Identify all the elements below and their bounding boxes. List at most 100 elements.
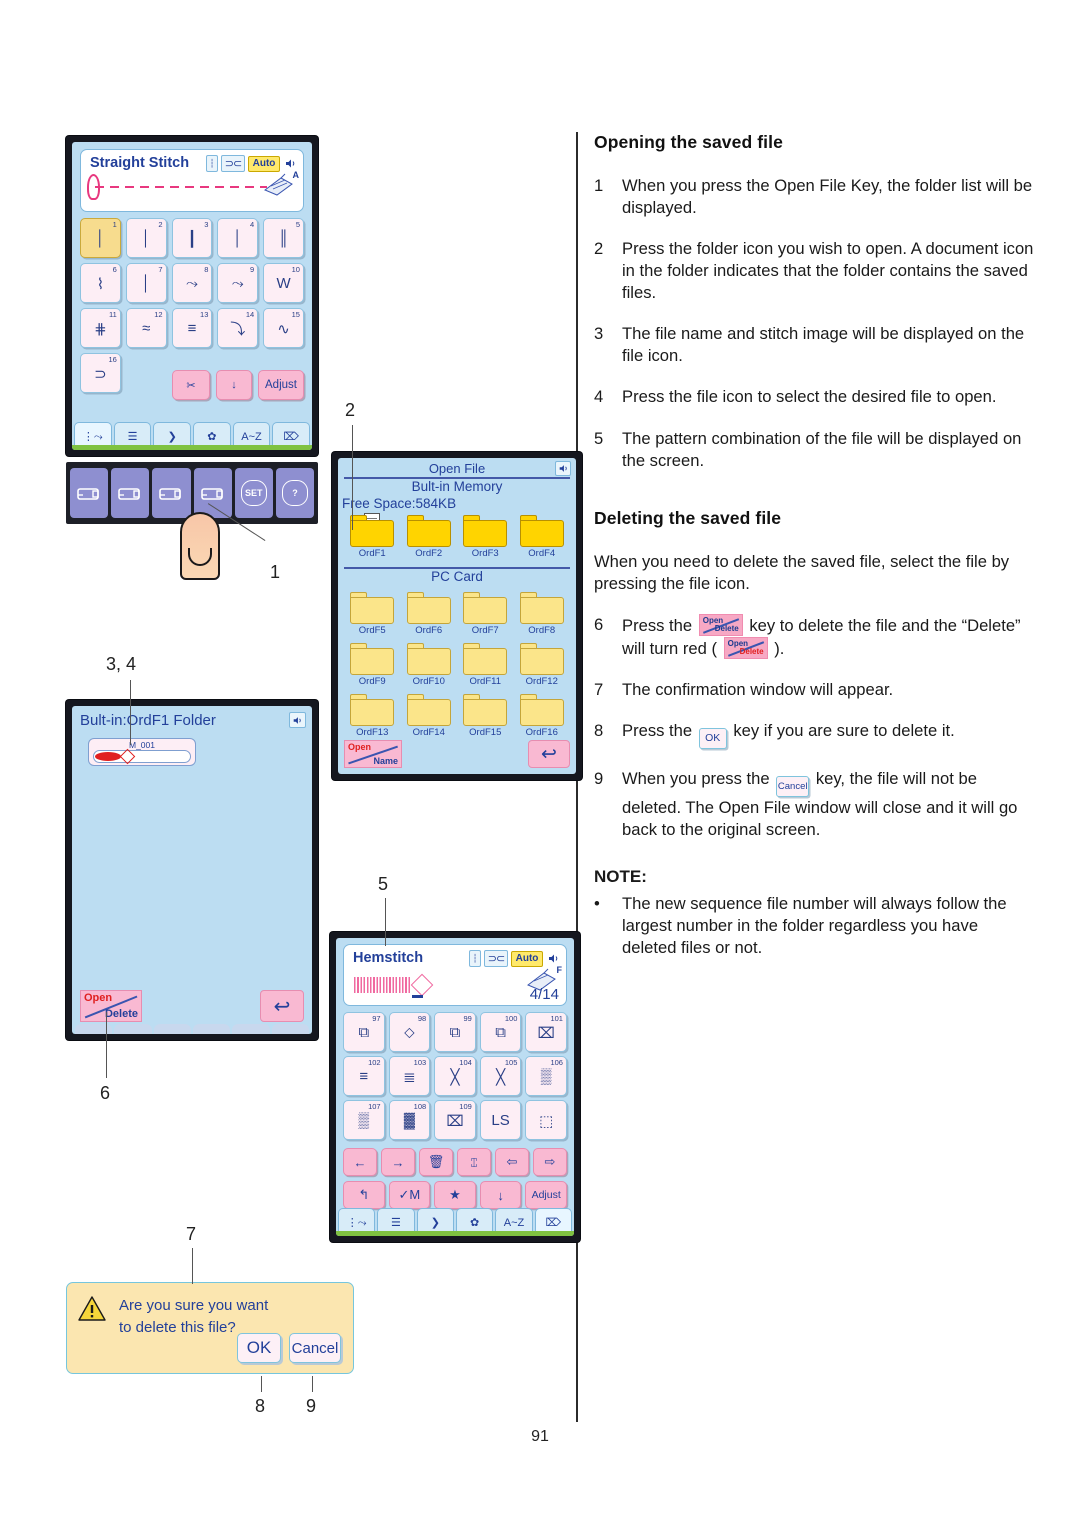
folder-item-OrdF14[interactable]: OrdF14 [401, 694, 458, 738]
set-key[interactable]: SET [234, 468, 273, 518]
cursor-right-key[interactable]: → [381, 1148, 415, 1176]
cancel-button[interactable]: Cancel [289, 1333, 341, 1363]
stitch-button-108[interactable]: 108 ▓ [388, 1100, 431, 1140]
mirror-key[interactable]: ⑄ [457, 1148, 491, 1176]
stitch-button-7[interactable]: 7 │ [125, 263, 167, 303]
stitch-button-99[interactable]: 99 ⧉ [434, 1012, 476, 1052]
stitch-button-10[interactable]: 10 W [263, 263, 304, 303]
open-file-key[interactable] [193, 468, 232, 518]
speaker-icon[interactable] [555, 461, 571, 476]
open-label: Open [84, 992, 113, 1004]
file-name: M_001 [129, 740, 155, 750]
tab-stub[interactable] [153, 1024, 191, 1034]
folder-item-OrdF8[interactable]: OrdF8 [514, 592, 571, 636]
stitch-info-panel: Hemstitch ┆ ⊃⊂ Auto F 4/14 [343, 944, 567, 1006]
stitch-button-2[interactable]: 2 │ [125, 218, 167, 258]
stitch-width-icon[interactable]: ⊃⊂ [484, 950, 508, 967]
stitch-button-1[interactable]: 1 │ [80, 218, 121, 258]
tab-stub[interactable] [232, 1024, 270, 1034]
stitch-button-5[interactable]: 5 ║ [263, 218, 304, 258]
bullet-marker: • [594, 894, 600, 914]
stitch-glyph-icon: ≈ [142, 320, 151, 337]
back-key[interactable]: ↩ [528, 740, 570, 768]
stitch-button-107[interactable]: 107 ▒ [343, 1100, 385, 1140]
stitch-button-4[interactable]: 4 │ [217, 218, 259, 258]
stitch-button-98[interactable]: 98 ⬦ [388, 1012, 431, 1052]
stitch-button-13[interactable]: 13 ≡ [171, 308, 213, 348]
stitch-button-109[interactable]: 109 ⌧ [434, 1100, 476, 1140]
needle-position-icon[interactable]: ┆ [469, 950, 481, 967]
builtin-folder-grid: OrdF1 OrdF2 OrdF3 OrdF4 [344, 513, 571, 559]
thread-cut-key[interactable]: ✂ [172, 370, 210, 400]
tab-stub[interactable] [271, 1024, 309, 1034]
folder-item-OrdF5[interactable]: OrdF5 [344, 592, 401, 636]
pc-link-key[interactable] [152, 468, 191, 518]
folder-item-OrdF4[interactable]: OrdF4 [514, 515, 571, 559]
file-icon[interactable]: M_001 [88, 738, 196, 766]
tab-stub[interactable] [192, 1024, 231, 1034]
folder-item-OrdF6[interactable]: OrdF6 [401, 592, 458, 636]
stitch-button-105[interactable]: 105 ╳ [479, 1056, 522, 1096]
stitch-button-101[interactable]: 101 ⌧ [525, 1012, 567, 1052]
ok-button[interactable]: OK [237, 1333, 281, 1363]
folder-item-OrdF13[interactable]: OrdF13 [344, 694, 401, 738]
stitch-width-icon[interactable]: ⊃⊂ [221, 155, 245, 172]
step-text: Press the OK key if you are sure to dele… [622, 720, 1034, 749]
cursor-left-key[interactable]: ← [343, 1148, 377, 1176]
delete-key[interactable]: 🗑 [419, 1148, 453, 1176]
stitch-glyph-icon: ⌇ [96, 275, 105, 293]
folder-body [519, 597, 564, 624]
speaker-icon[interactable] [289, 712, 306, 728]
page-prev-key[interactable]: ⇦ [495, 1148, 529, 1176]
open-delete-key[interactable]: Open Delete [80, 990, 142, 1022]
open-name-key[interactable]: Open Name [344, 740, 402, 768]
stitch-button-104[interactable]: 104 ╳ [434, 1056, 476, 1096]
needle-position-icon[interactable]: ┆ [206, 155, 218, 172]
folder-item-OrdF9[interactable]: OrdF9 [344, 643, 401, 687]
stitch-button-3[interactable]: 3 ┃ [171, 218, 213, 258]
stitch-button-9[interactable]: 9 ⤳ [217, 263, 259, 303]
machine-mode-key[interactable] [70, 468, 109, 518]
stitch-button-100[interactable]: 100 ⧉ [479, 1012, 522, 1052]
stitch-button-15[interactable]: 15 ∿ [263, 308, 304, 348]
stitch-image-blob [95, 752, 121, 761]
folder-item-OrdF12[interactable]: OrdF12 [514, 643, 571, 687]
open-file-screen: Open File Bult-in Memory Free Space:584K… [332, 452, 582, 780]
stitch-button-106[interactable]: 106 ▒ [525, 1056, 567, 1096]
stitch-button-LS[interactable]: LS [479, 1100, 522, 1140]
folder-item-OrdF11[interactable]: OrdF11 [457, 643, 514, 687]
stitch-button-8[interactable]: 8 ⤳ [171, 263, 213, 303]
folder-item-OrdF10[interactable]: OrdF10 [401, 643, 458, 687]
folder-label: OrdF3 [471, 548, 499, 559]
stitch-button-16[interactable]: 16 ⊃ [80, 353, 121, 393]
step-6: 6 Press the Open Delete key to delete th… [594, 613, 1034, 660]
stitch-button-11[interactable]: 11 ⋕ [80, 308, 121, 348]
stitch-button-14[interactable]: 14 ⤵ [217, 308, 259, 348]
step-text: Press the file icon to select the desire… [622, 387, 997, 407]
dialog-line-1: Are you sure you want [119, 1297, 269, 1314]
folder-item-OrdF3[interactable]: OrdF3 [457, 515, 514, 559]
stitch-glyph-icon: │ [141, 275, 151, 292]
stitch-button-103[interactable]: 103 ≣ [388, 1056, 431, 1096]
embroidery-key[interactable] [111, 468, 150, 518]
builtin-memory-label: Bult-in Memory [411, 479, 503, 494]
delete-label: Delete [739, 646, 764, 656]
stitch-button-6[interactable]: 6 ⌇ [80, 263, 121, 303]
stitch-button-102[interactable]: 102 ≡ [343, 1056, 385, 1096]
stitch-button-12[interactable]: 12 ≈ [125, 308, 167, 348]
stitch-button-97[interactable]: 97 ⧉ [343, 1012, 385, 1052]
adjust-key[interactable]: Adjust [258, 370, 304, 400]
step-number: 1 [594, 176, 604, 195]
tab-stub[interactable] [114, 1024, 152, 1034]
folder-item-OrdF2[interactable]: OrdF2 [401, 515, 458, 559]
back-key[interactable]: ↩ [260, 990, 304, 1022]
folder-item-OrdF15[interactable]: OrdF15 [457, 694, 514, 738]
folder-item-OrdF16[interactable]: OrdF16 [514, 694, 571, 738]
stitch-glyph-icon: ≡ [359, 1068, 369, 1085]
help-key[interactable]: ? [275, 468, 315, 518]
folder-item-OrdF7[interactable]: OrdF7 [457, 592, 514, 636]
page-next-key[interactable]: ⇨ [533, 1148, 567, 1176]
stitch-button-⬚[interactable]: ⬚ [525, 1100, 567, 1140]
needle-up-down-key[interactable]: ↓ [216, 370, 252, 400]
folder-body [406, 597, 451, 624]
